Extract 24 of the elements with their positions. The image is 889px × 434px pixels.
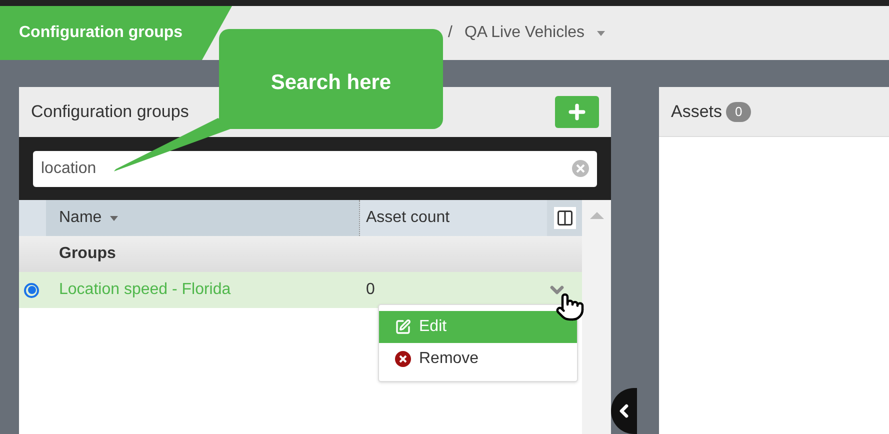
count-badge: 0 xyxy=(726,102,752,122)
remove-icon xyxy=(395,351,411,367)
collapse-button[interactable] xyxy=(611,388,637,434)
menu-item[interactable]: Remove xyxy=(379,343,577,375)
edit-icon xyxy=(395,319,411,335)
panel-title: Assets xyxy=(671,100,722,123)
sort-icon xyxy=(110,216,118,220)
group-label: Groups xyxy=(59,244,116,264)
group-name: Location speed - Florida xyxy=(59,280,232,300)
callout: Search here xyxy=(219,29,443,129)
column-chooser-icon[interactable] xyxy=(554,207,576,229)
radio-button[interactable] xyxy=(24,282,39,298)
asset-count: 0 xyxy=(366,280,376,300)
search-field[interactable]: location xyxy=(33,150,597,186)
column-header[interactable]: Name xyxy=(46,200,360,236)
plus-icon xyxy=(566,101,588,123)
column-header[interactable]: Asset count xyxy=(360,200,547,236)
panel-title: Configuration groups xyxy=(31,101,189,124)
breadcrumb-item[interactable]: / xyxy=(448,21,452,45)
page-title: Configuration groups xyxy=(0,6,232,60)
caret-icon[interactable] xyxy=(596,30,605,36)
add-button[interactable] xyxy=(555,96,599,128)
table-row[interactable]: Location speed - Florida 0 xyxy=(19,272,582,308)
breadcrumb-item[interactable]: QA Live Vehicles xyxy=(464,21,585,45)
